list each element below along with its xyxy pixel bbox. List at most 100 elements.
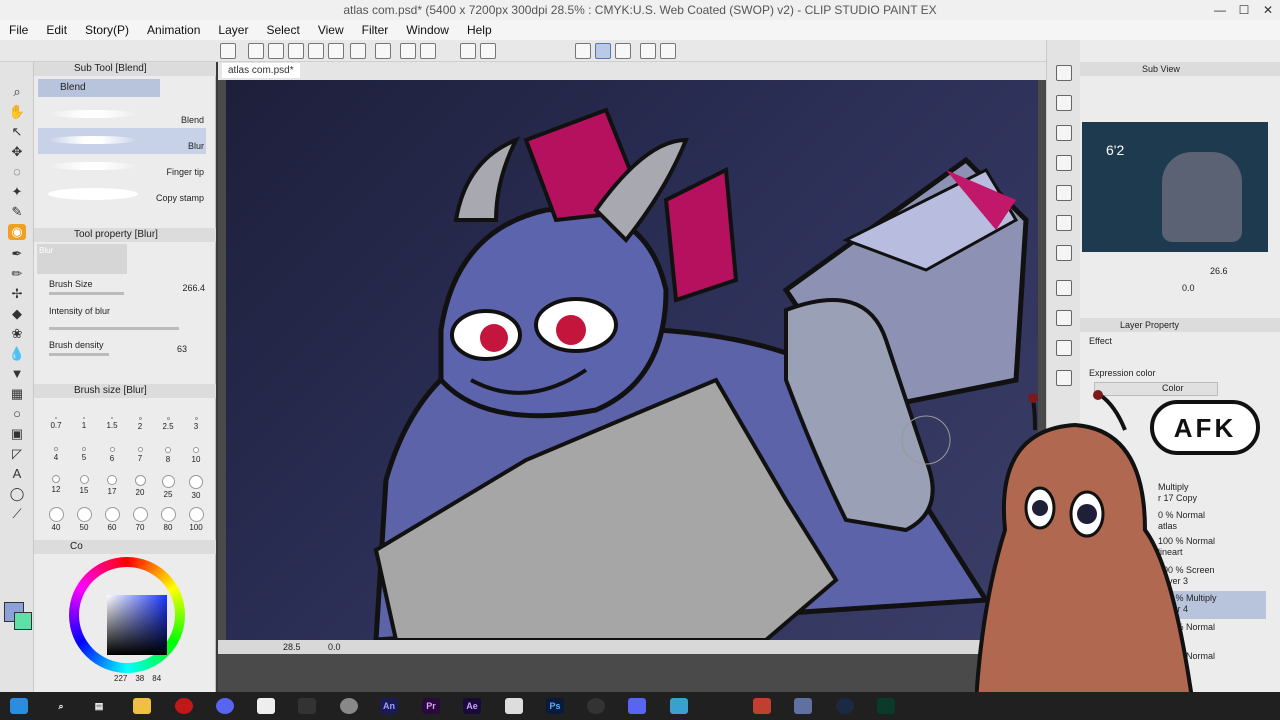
steam-icon[interactable] xyxy=(836,698,854,714)
frame-tool-icon[interactable]: ▣ xyxy=(8,426,26,442)
discord-icon[interactable] xyxy=(216,698,234,714)
color-panel-tab[interactable]: Co xyxy=(34,540,216,554)
premiere-icon[interactable]: Pr xyxy=(422,698,440,714)
settings-icon[interactable] xyxy=(420,43,436,59)
brush-size-cell[interactable]: 100 xyxy=(179,507,213,532)
discord-ptb-icon[interactable] xyxy=(628,698,646,714)
blend-tool-icon[interactable]: ◉ xyxy=(8,224,26,240)
minimize-button[interactable]: — xyxy=(1208,0,1232,20)
photoshop-icon[interactable]: Ps xyxy=(546,698,564,714)
animate-icon[interactable]: An xyxy=(380,698,398,714)
save-icon[interactable] xyxy=(288,43,304,59)
navigator-icon[interactable] xyxy=(1056,65,1072,81)
menu-window[interactable]: Window xyxy=(397,20,458,40)
airbrush-tool-icon[interactable]: ✢ xyxy=(8,286,26,302)
eraser-tool-icon[interactable]: ◆ xyxy=(8,306,26,322)
deco-tool-icon[interactable]: ❀ xyxy=(8,326,26,342)
density-value[interactable]: 63 xyxy=(177,344,187,354)
chrome-icon[interactable] xyxy=(587,698,605,714)
ruler-tool-icon[interactable]: ◸ xyxy=(8,446,26,462)
companion-icon[interactable] xyxy=(640,43,656,59)
pen-tool-icon[interactable]: ✒ xyxy=(8,246,26,262)
shape-tool-icon[interactable]: ○ xyxy=(8,406,26,422)
redo-icon[interactable] xyxy=(400,43,416,59)
menu-animation[interactable]: Animation xyxy=(138,20,209,40)
ruler-icon[interactable] xyxy=(575,43,591,59)
sub-tool-copy-stamp[interactable]: Copy stamp xyxy=(38,180,206,206)
bucket-tool-icon[interactable]: ▼ xyxy=(8,366,26,382)
menu-file[interactable]: File xyxy=(0,20,37,40)
correct-line-icon[interactable]: ⟋ xyxy=(8,506,26,522)
menu-select[interactable]: Select xyxy=(257,20,308,40)
color-saturation-square[interactable] xyxy=(107,595,167,655)
history-icon[interactable] xyxy=(1056,280,1072,296)
menu-layer[interactable]: Layer xyxy=(209,20,257,40)
sub-color-swatch[interactable] xyxy=(14,612,32,630)
menu-help[interactable]: Help xyxy=(458,20,501,40)
grid-icon[interactable] xyxy=(1056,185,1072,201)
search-icon[interactable]: ⌕ xyxy=(52,698,70,714)
rotation-readout[interactable]: 0.0 xyxy=(328,640,341,654)
start-icon[interactable] xyxy=(10,698,28,714)
layer-search-icon[interactable] xyxy=(1056,245,1072,261)
pencil-tool-icon[interactable]: ✏ xyxy=(8,266,26,282)
xp-pen-icon[interactable] xyxy=(298,698,316,714)
info-icon[interactable] xyxy=(1056,370,1072,386)
blend-alt-icon[interactable]: 💧 xyxy=(8,346,26,362)
app-icon[interactable] xyxy=(220,43,236,59)
move-tool-icon[interactable]: ✥ xyxy=(8,144,26,160)
clip-studio-icon[interactable] xyxy=(257,698,275,714)
maximize-button[interactable]: ☐ xyxy=(1232,0,1256,20)
menu-filter[interactable]: Filter xyxy=(353,20,398,40)
intensity-slider[interactable] xyxy=(49,327,179,330)
menu-edit[interactable]: Edit xyxy=(37,20,76,40)
transform-icon[interactable] xyxy=(480,43,496,59)
print-icon[interactable] xyxy=(328,43,344,59)
balloon-tool-icon[interactable]: ◯ xyxy=(8,486,26,502)
export-icon[interactable] xyxy=(308,43,324,59)
snap-icon[interactable] xyxy=(595,43,611,59)
undo-icon[interactable] xyxy=(375,43,391,59)
sub-tool-group-tab[interactable]: Blend xyxy=(38,79,160,97)
paint-icon[interactable] xyxy=(505,698,523,714)
zoom-readout[interactable]: 28.5 xyxy=(283,640,301,654)
brush-size-slider[interactable] xyxy=(49,292,124,295)
magic-wand-icon[interactable]: ✦ xyxy=(8,184,26,200)
color-wheel[interactable] xyxy=(69,557,185,673)
hand-tool-icon[interactable]: ✋ xyxy=(8,104,26,120)
drawing-canvas[interactable] xyxy=(226,80,1038,640)
operation-tool-icon[interactable]: ↖ xyxy=(8,124,26,140)
brush-size-cell[interactable]: 3 xyxy=(179,417,213,431)
gradient-tool-icon[interactable]: ▦ xyxy=(8,386,26,402)
sub-tool-finger-tip[interactable]: Finger tip xyxy=(38,154,206,180)
zoom-tool-icon[interactable]: ⌕ xyxy=(8,84,26,100)
close-panel-icon[interactable] xyxy=(1056,95,1072,111)
tool-app-icon[interactable] xyxy=(753,698,771,714)
material-icon[interactable] xyxy=(1056,125,1072,141)
perspective-icon[interactable] xyxy=(615,43,631,59)
app-icon[interactable] xyxy=(670,698,688,714)
after-effects-icon[interactable]: Ae xyxy=(463,698,481,714)
help-icon[interactable] xyxy=(660,43,676,59)
menu-view[interactable]: View xyxy=(309,20,353,40)
close-button[interactable]: ✕ xyxy=(1256,0,1280,20)
brush-size-value[interactable]: 266.4 xyxy=(182,283,205,293)
text-tool-icon[interactable]: A xyxy=(8,466,26,482)
opera-icon[interactable] xyxy=(175,698,193,714)
fill-icon[interactable] xyxy=(460,43,476,59)
list-icon[interactable] xyxy=(1056,215,1072,231)
sub-view-thumbnail[interactable]: 6'2 xyxy=(1082,122,1268,252)
star-icon[interactable] xyxy=(1056,155,1072,171)
auto-action-icon[interactable] xyxy=(1056,340,1072,356)
brush-size-cell[interactable]: 10 xyxy=(179,447,213,464)
brush-size-cell[interactable]: 30 xyxy=(179,475,213,500)
eyedropper-icon[interactable]: ✎ xyxy=(8,204,26,220)
new-file-icon[interactable] xyxy=(248,43,264,59)
sub-view-rotation[interactable]: 0.0 xyxy=(1182,283,1195,293)
obs-icon[interactable] xyxy=(340,698,358,714)
sub-tool-blend[interactable]: Blend xyxy=(38,102,206,128)
density-slider[interactable] xyxy=(49,353,109,356)
document-tab[interactable]: atlas com.psd* xyxy=(222,63,300,78)
animation-icon[interactable] xyxy=(1056,310,1072,326)
file-explorer-icon[interactable] xyxy=(133,698,151,714)
